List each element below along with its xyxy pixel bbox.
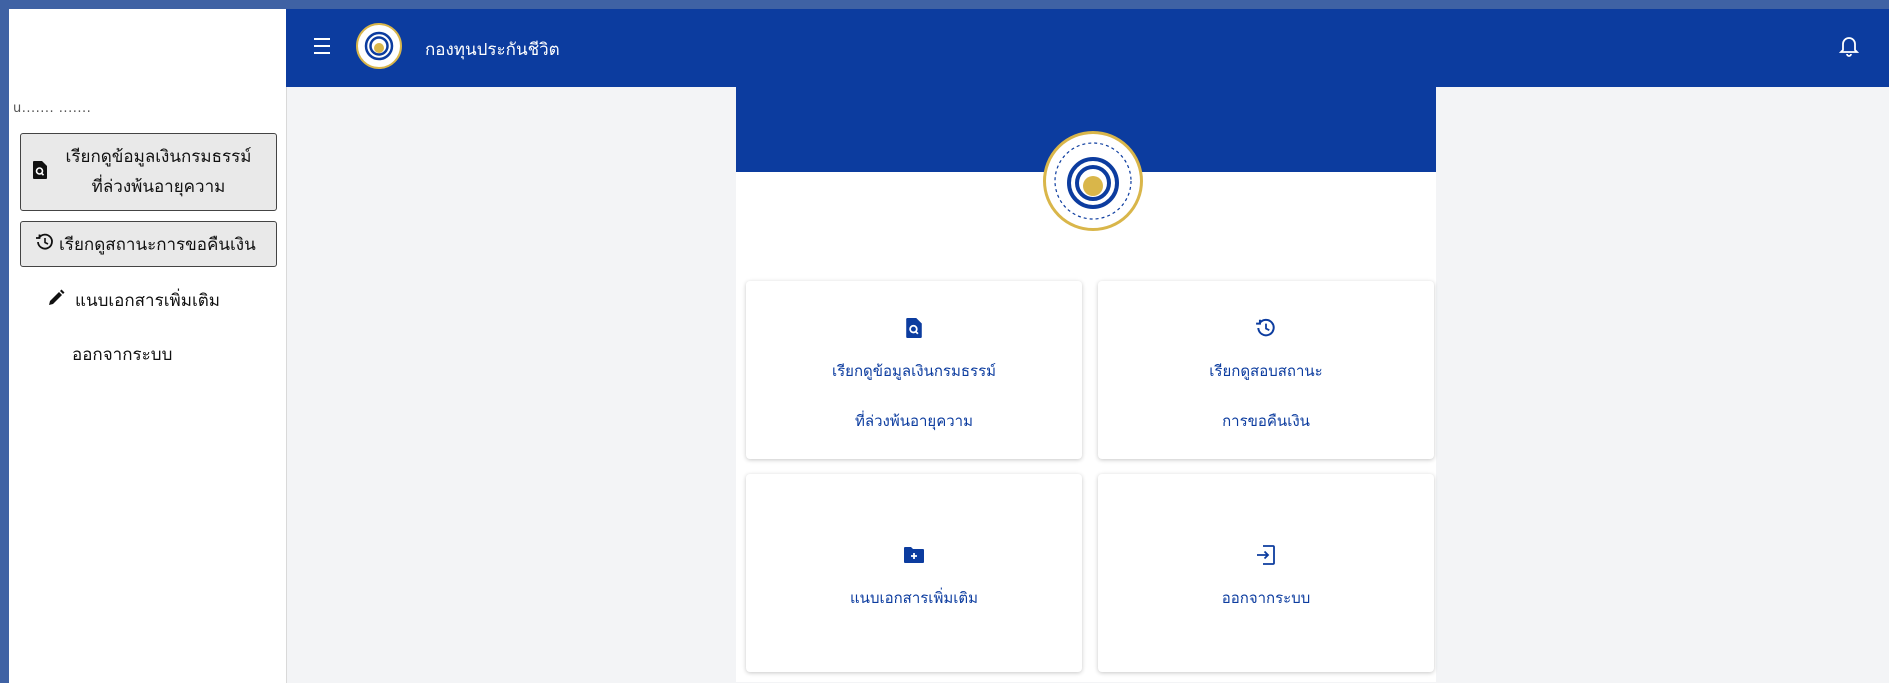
bell-icon[interactable]: [1838, 35, 1860, 57]
card-logout[interactable]: ออกจากระบบ: [1098, 474, 1434, 672]
sidebar-item-label: ออกจากระบบ: [72, 345, 173, 365]
sidebar-item-label: เรียกดูสถานะการขอคืนเงิน: [59, 234, 256, 255]
sidebar: u....... ....... เรียกดูข้อมูลเงินกรมธรร…: [9, 9, 287, 683]
card-subtitle: ที่ล่วงพ้นอายุความ: [855, 412, 973, 430]
folder-add-icon: [901, 542, 927, 568]
app-frame: u....... ....... เรียกดูข้อมูลเงินกรมธรร…: [9, 9, 1889, 683]
sidebar-item-logout[interactable]: ออกจากระบบ: [72, 341, 172, 368]
sidebar-item-policy-info[interactable]: เรียกดูข้อมูลเงินกรมธรรม์ ที่ล่วงพ้นอายุ…: [20, 133, 277, 211]
sidebar-item-refund-status[interactable]: เรียกดูสถานะการขอคืนเงิน: [20, 221, 277, 267]
app-title: กองทุนประกันชีวิต: [425, 40, 560, 60]
card-title: ออกจากระบบ: [1221, 589, 1311, 607]
card-title: แนบเอกสารเพิ่มเติม: [850, 589, 978, 607]
sidebar-user-name: u....... .......: [13, 101, 92, 116]
fund-emblem: [1043, 131, 1143, 231]
card-attach-documents[interactable]: แนบเอกสารเพิ่มเติม: [746, 474, 1082, 672]
history-icon: [1253, 315, 1279, 341]
card-title: เรียกดูข้อมูลเงินกรมธรรม์: [831, 362, 997, 380]
history-icon: [35, 232, 55, 257]
card-subtitle: การขอคืนเงิน: [1222, 412, 1310, 430]
pencil-icon: [47, 289, 65, 312]
top-app-bar: กองทุนประกันชีวิต: [286, 9, 1889, 87]
sidebar-item-label: เรียกดูข้อมูลเงินกรมธรรม์ ที่ล่วงพ้นอายุ…: [65, 147, 252, 197]
fund-logo: [356, 23, 402, 69]
search-document-icon: [901, 315, 927, 341]
sidebar-item-attach-documents[interactable]: แนบเอกสารเพิ่มเติม: [47, 287, 220, 314]
hamburger-menu-icon[interactable]: [314, 38, 330, 54]
search-document-icon: [33, 160, 47, 184]
sidebar-item-label: แนบเอกสารเพิ่มเติม: [75, 291, 221, 311]
card-title: เรียกดูสอบสถานะ: [1209, 362, 1323, 380]
logout-icon: [1253, 542, 1279, 568]
card-policy-info[interactable]: เรียกดูข้อมูลเงินกรมธรรม์ ที่ล่วงพ้นอายุ…: [746, 281, 1082, 459]
card-refund-status[interactable]: เรียกดูสอบสถานะ การขอคืนเงิน: [1098, 281, 1434, 459]
